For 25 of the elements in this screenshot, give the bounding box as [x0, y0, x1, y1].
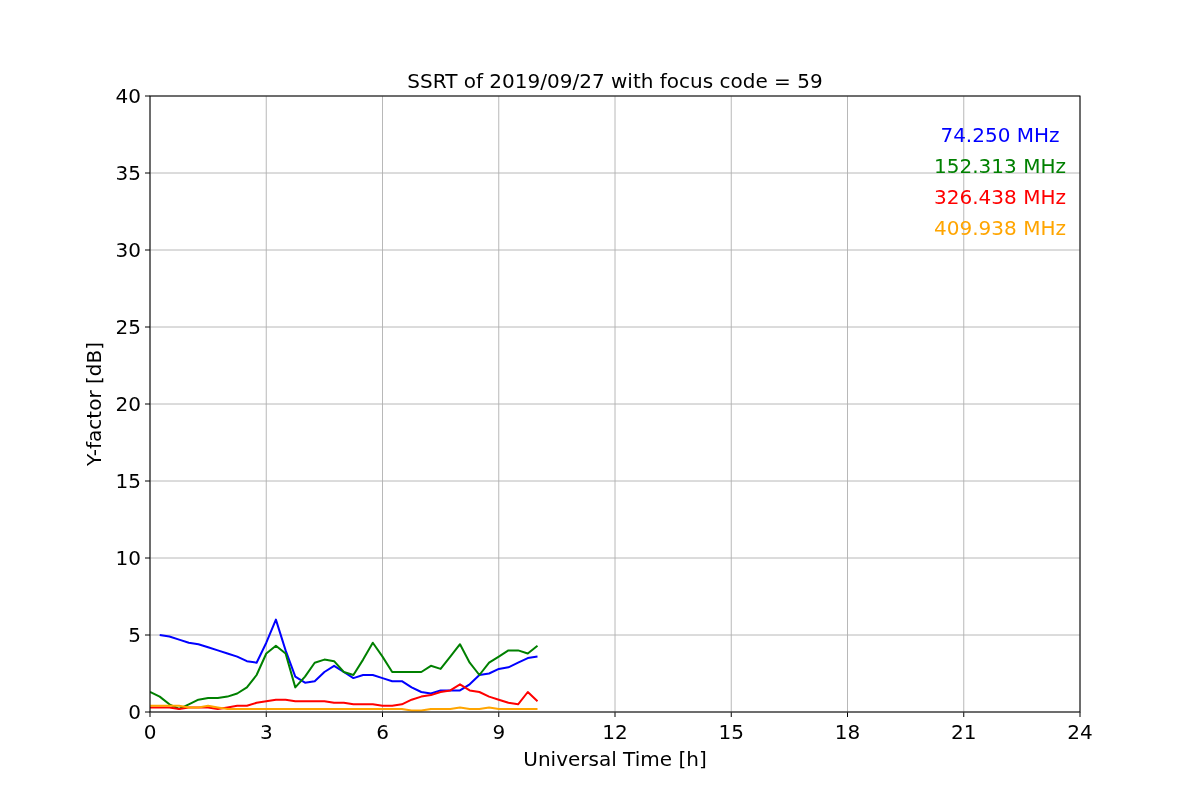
tick-label: 21 [951, 720, 977, 744]
tick-label: 3 [259, 720, 273, 744]
tick-label: 6 [376, 720, 389, 744]
legend-label: 409.938 MHz [934, 216, 1066, 240]
legend-label: 74.250 MHz [940, 123, 1060, 147]
legend-label: 152.313 MHz [934, 154, 1066, 178]
tick-label: 9 [492, 720, 506, 744]
tick-label: 15 [718, 720, 744, 744]
tick-label: 15 [115, 469, 141, 493]
tick-label: 0 [143, 720, 157, 744]
tick-label: 20 [115, 392, 141, 416]
tick-label: 40 [115, 84, 141, 108]
tick-label: 25 [115, 315, 141, 339]
axis-label: Y-factor [dB] [82, 342, 106, 466]
legend-label: 326.438 MHz [934, 185, 1066, 209]
tick-label: 5 [128, 623, 141, 647]
tick-label: 35 [115, 161, 141, 185]
tick-label: 30 [115, 238, 141, 262]
tick-label: 12 [602, 720, 628, 744]
tick-label: 18 [834, 720, 861, 744]
chart-title: SSRT of 2019/09/27 with focus code = 59 [407, 69, 823, 93]
tick-label: 10 [115, 546, 141, 570]
tick-label: 24 [1067, 720, 1093, 744]
axis-label: Universal Time [h] [523, 747, 707, 771]
tick-label: 0 [128, 700, 141, 724]
